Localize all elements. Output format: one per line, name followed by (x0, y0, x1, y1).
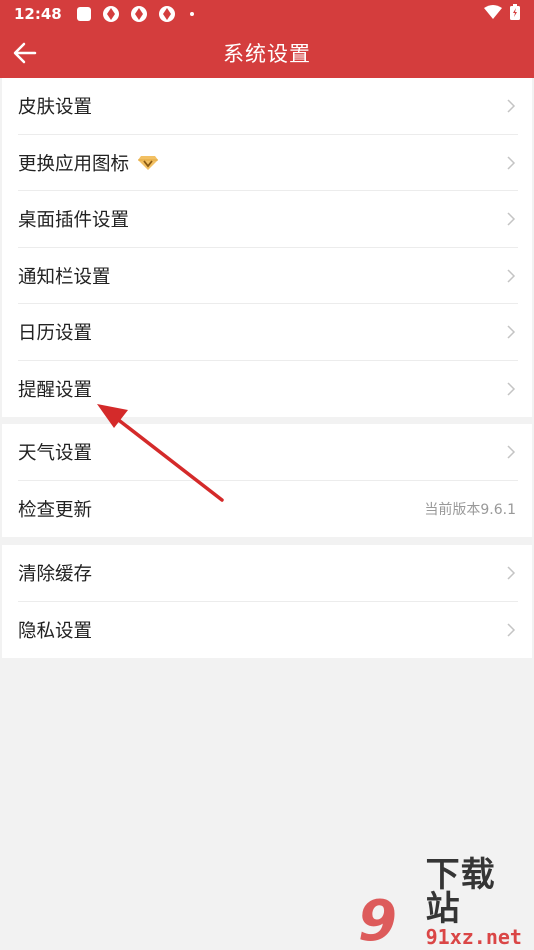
weather-settings-item[interactable]: 天气设置 (2, 424, 532, 481)
chevron-right-icon (507, 445, 516, 459)
privacy-settings-item[interactable]: 隐私设置 (2, 602, 532, 659)
list-item-label: 桌面插件设置 (18, 210, 130, 232)
list-item-label: 检查更新 (18, 499, 93, 521)
change-app-icon-item[interactable]: 更换应用图标 (2, 135, 532, 191)
app-notification-icon (102, 5, 120, 23)
chevron-right-icon (507, 566, 516, 580)
watermark: 9 下载站 91xz.net (358, 858, 530, 950)
list-item-label: 通知栏设置 (18, 266, 111, 288)
watermark-logo-icon: 9 (358, 888, 424, 950)
reminder-settings-item[interactable]: 提醒设置 (2, 361, 532, 418)
status-time: 12:48 (14, 5, 62, 23)
more-notifications-dot-icon (189, 12, 194, 16)
current-version-text: 当前版本9.6.1 (424, 501, 516, 518)
chevron-right-icon (507, 156, 516, 170)
notification-bar-settings-item[interactable]: 通知栏设置 (2, 248, 532, 304)
list-item-label: 天气设置 (18, 443, 93, 465)
check-update-item[interactable]: 检查更新 当前版本9.6.1 (2, 481, 532, 538)
arrow-left-icon (13, 42, 37, 64)
watermark-text: 下载站 91xz.net (426, 858, 530, 948)
chevron-right-icon (507, 382, 516, 396)
desktop-widget-settings-item[interactable]: 桌面插件设置 (2, 191, 532, 248)
app-bar: 系统设置 (0, 28, 534, 78)
chevron-right-icon (507, 325, 516, 339)
settings-group-general: 皮肤设置 更换应用图标 桌面插件设置 通知栏设置 日历设置 提醒设置 (2, 78, 532, 417)
notification-square-icon (76, 6, 92, 22)
back-button[interactable] (12, 40, 38, 66)
watermark-logo-text: 9 (358, 889, 397, 950)
page-title: 系统设置 (223, 42, 311, 66)
chevron-right-icon (507, 623, 516, 637)
list-item-label: 提醒设置 (18, 379, 93, 401)
wifi-icon (484, 5, 502, 23)
clear-cache-item[interactable]: 清除缓存 (2, 545, 532, 602)
chevron-right-icon (507, 99, 516, 113)
calendar-settings-item[interactable]: 日历设置 (2, 304, 532, 361)
app-notification-icon (158, 5, 176, 23)
list-item-label: 清除缓存 (18, 564, 93, 586)
watermark-cn: 下载站 (425, 855, 496, 929)
chevron-right-icon (507, 212, 516, 226)
vip-diamond-icon (137, 155, 159, 171)
watermark-en: 91xz.net (425, 925, 522, 949)
list-item-label: 皮肤设置 (18, 97, 93, 119)
chevron-right-icon (507, 269, 516, 283)
battery-icon (510, 4, 520, 24)
settings-group-weather-update: 天气设置 检查更新 当前版本9.6.1 (2, 424, 532, 537)
settings-group-privacy: 清除缓存 隐私设置 (2, 545, 532, 658)
top-bar: 12:48 系统设置 (0, 0, 534, 78)
skin-settings-item[interactable]: 皮肤设置 (2, 78, 532, 135)
status-bar: 12:48 (0, 0, 534, 28)
app-notification-icon (130, 5, 148, 23)
list-item-label: 日历设置 (18, 323, 93, 345)
list-item-label: 隐私设置 (18, 620, 93, 642)
list-item-label: 更换应用图标 (18, 153, 130, 175)
